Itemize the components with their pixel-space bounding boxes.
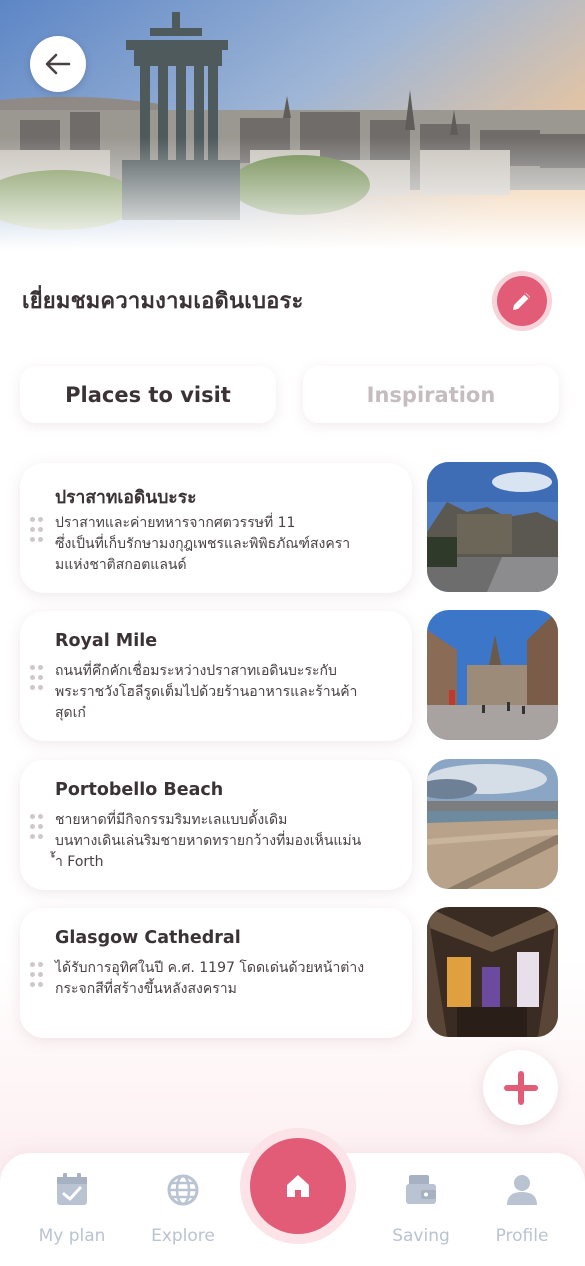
drag-handle-icon[interactable] (30, 814, 44, 840)
arrow-left-icon (45, 53, 71, 75)
add-place-button[interactable] (483, 1050, 558, 1125)
place-name: Glasgow Cathedral (55, 928, 241, 948)
place-thumbnail[interactable] (427, 610, 558, 740)
place-name: Portobello Beach (55, 780, 224, 800)
nav-explore[interactable]: Explore (133, 1170, 233, 1255)
pencil-icon (513, 293, 530, 310)
nav-saving[interactable]: Saving (371, 1170, 471, 1255)
drag-handle-icon[interactable] (30, 962, 44, 988)
place-description: ชายหาดที่มีกิจกรรมริมทะเลแบบดั้งเดิม บนท… (55, 812, 362, 870)
user-icon (507, 1175, 537, 1205)
nav-home[interactable] (250, 1138, 346, 1234)
place-description: ถนนที่คึกคักเชื่อมระหว่างปราสาทเอดินบะระ… (55, 663, 358, 721)
place-card[interactable]: Portobello Beach ชายหาดที่มีกิจกรรมริมทะ… (20, 760, 412, 890)
nav-my-plan[interactable]: My plan (22, 1170, 122, 1255)
place-card[interactable]: ปราสาทเอดินบะระ ปราสาทและค่ายทหารจากศตวร… (20, 463, 412, 593)
place-description: ได้รับการอุทิศในปี ค.ศ. 1197 โดดเด่นด้วย… (55, 960, 365, 997)
place-thumbnail[interactable] (427, 759, 558, 889)
wallet-icon (406, 1175, 436, 1204)
page-title: เยี่ยมชมความงามเอดินเบอระ (22, 289, 304, 314)
drag-handle-icon[interactable] (30, 517, 44, 543)
globe-icon (167, 1174, 199, 1206)
place-name: Royal Mile (55, 631, 158, 651)
edit-button[interactable] (492, 271, 552, 331)
hero-image (0, 0, 585, 250)
place-description: ปราสาทและค่ายทหารจากศตวรรษที่ 11 ซึ่งเป็… (55, 515, 351, 573)
home-icon (287, 1175, 309, 1197)
place-card[interactable]: Royal Mile ถนนที่คึกคักเชื่อมระหว่างปราส… (20, 611, 412, 741)
nav-profile[interactable]: Profile (472, 1170, 572, 1255)
calendar-check-icon (57, 1173, 87, 1205)
drag-handle-icon[interactable] (30, 665, 44, 691)
home-button-ring (240, 1128, 356, 1244)
back-button[interactable] (30, 36, 86, 92)
place-thumbnail[interactable] (427, 907, 558, 1037)
place-card[interactable]: Glasgow Cathedral ได้รับการอุทิศในปี ค.ศ… (20, 908, 412, 1038)
place-thumbnail[interactable] (427, 462, 558, 592)
place-name: ปราสาทเอดินบะระ (55, 488, 197, 508)
tab-places-to-visit[interactable]: Places to visit (20, 366, 276, 423)
tab-inspiration[interactable]: Inspiration (303, 366, 559, 423)
plus-icon (503, 1070, 538, 1105)
